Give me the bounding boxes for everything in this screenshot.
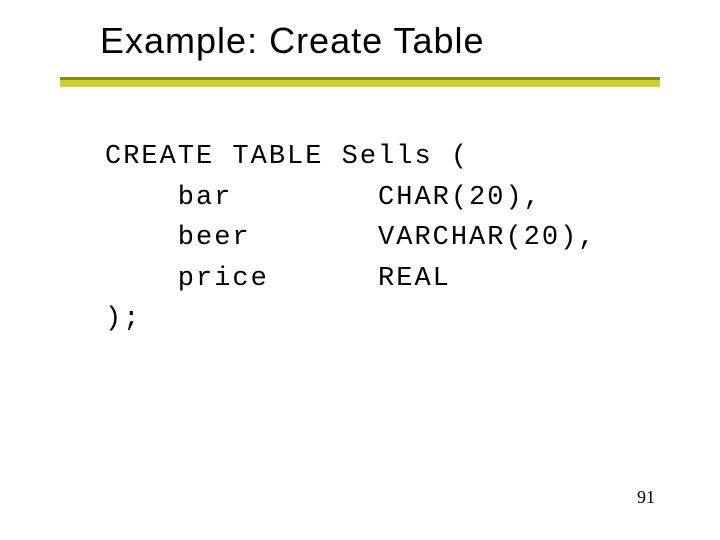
page-number: 91 bbox=[637, 487, 655, 508]
sql-code-block: CREATE TABLE Sells ( bar CHAR(20), beer … bbox=[0, 87, 720, 340]
divider-light-line bbox=[60, 80, 660, 87]
slide-title: Example: Create Table bbox=[0, 0, 720, 77]
title-divider bbox=[60, 77, 660, 87]
